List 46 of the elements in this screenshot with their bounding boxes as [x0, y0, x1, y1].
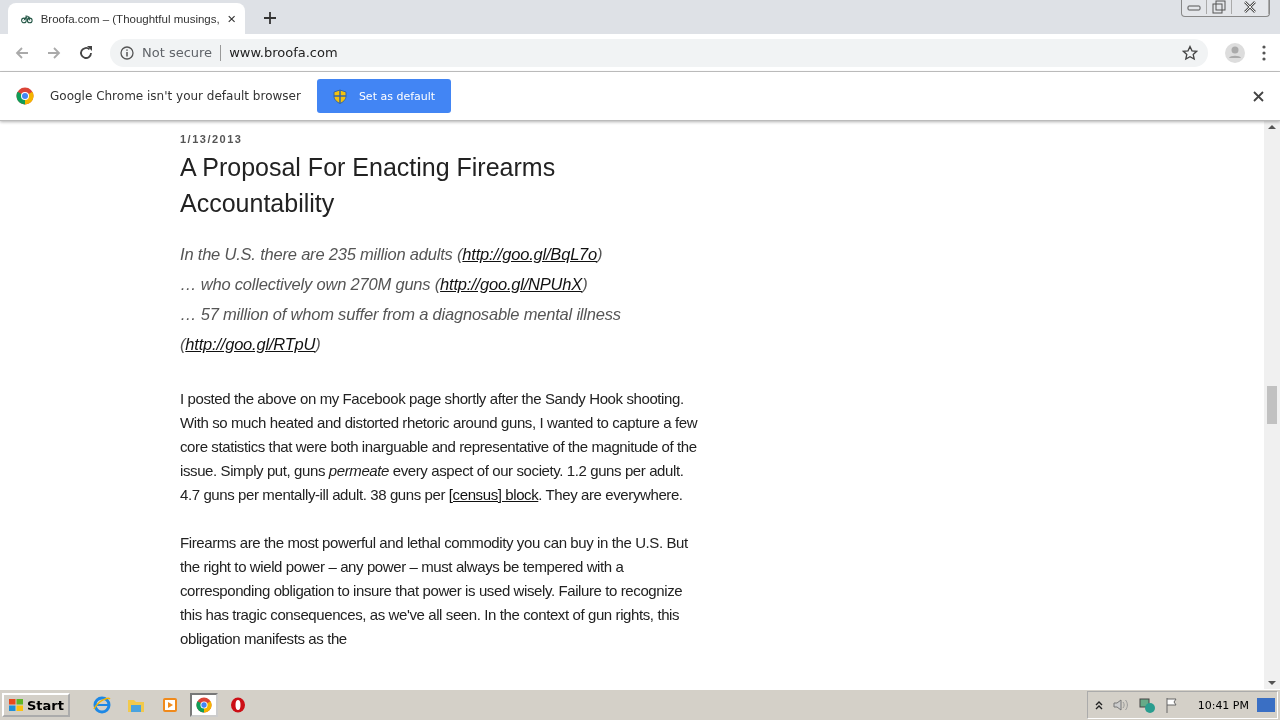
play-icon — [162, 697, 178, 713]
reload-icon[interactable] — [78, 44, 94, 61]
new-tab-icon[interactable] — [263, 11, 277, 25]
opera-o-icon — [230, 697, 246, 713]
scroll-thumb[interactable] — [1267, 386, 1277, 424]
speaker-icon[interactable] — [1111, 697, 1130, 713]
scrollbar[interactable] — [1264, 121, 1280, 689]
body-paragraph: Firearms are the most powerful and lethal commodity you can buy in the U.S. But the right to wield power – any power – must always be tempered with a corresponding obligation to insure that power is used wisely. Failure to recognize this has tragic consequences, as we've all seen. In the context of gun rights, this obligation manifests as the — [180, 533, 689, 649]
tab-title: Broofa.com – (Thoughtful musings, — [40, 12, 220, 25]
shield-icon — [332, 88, 347, 104]
forward-icon[interactable] — [46, 44, 62, 61]
body-paragraph: I posted the above on my Facebook page shortly after the Sandy Hook shooting. With so much heated and distorted rhetoric around guns, I wanted to capture a few core statistics that were both inarguable and representative of the magnitude of the issue. Simply put, guns permeate every aspect of our society. 1.2 guns per adult. 4.7 guns per mentally-ill adult. 38 guns per [census] block. They are everywhere. — [180, 389, 699, 505]
infobar-message: Google Chrome isn't your default browser — [50, 89, 301, 103]
post-date: 1/13/2013 — [180, 133, 244, 145]
profile-avatar-icon[interactable] — [1224, 41, 1246, 64]
close-icon[interactable] — [227, 13, 235, 24]
post-title: A Proposal For Enacting Firearms Accountability — [180, 152, 557, 219]
quote-link[interactable]: http://goo.gl/BqL7o — [462, 245, 598, 263]
chrome-logo-icon — [16, 87, 34, 105]
globe-e-icon — [93, 696, 111, 714]
back-icon[interactable] — [14, 44, 30, 61]
network-icon[interactable] — [1137, 697, 1156, 713]
windows-logo-icon — [8, 698, 24, 712]
close-icon[interactable] — [1253, 90, 1264, 102]
info-icon — [120, 45, 134, 60]
security-label: Not secure — [142, 45, 213, 60]
start-button[interactable]: Start — [2, 693, 70, 717]
quote-line: … 57 million of whom suffer from a diagnosable mental illness (http://goo.gl/RTpU) — [180, 304, 622, 355]
set-default-button[interactable]: Set as default — [316, 79, 452, 113]
folder-icon — [127, 697, 145, 713]
quote-line: In the U.S. there are 235 million adults (http://goo.gl/BqL7o) — [180, 244, 604, 265]
menu-icon[interactable] — [1262, 44, 1266, 61]
quote-link[interactable]: http://goo.gl/RTpU — [185, 335, 316, 353]
chrome-logo-icon — [196, 697, 212, 713]
quote-link[interactable]: http://goo.gl/NPUhX — [440, 275, 583, 293]
clock: 10:41 PM — [1197, 698, 1249, 712]
browser-tab[interactable]: Broofa.com – (Thoughtful musings, — [8, 3, 245, 34]
window-controls[interactable] — [1181, 0, 1270, 17]
address-bar[interactable]: Not secure www.broofa.com — [110, 38, 1208, 67]
bicycle-icon — [21, 12, 33, 25]
chevron-up-icon[interactable] — [1093, 699, 1104, 711]
flag-icon[interactable] — [1163, 697, 1180, 713]
url-text: www.broofa.com — [229, 45, 339, 60]
quote-line: … who collectively own 270M guns (http://goo.gl/NPUhX) — [180, 274, 589, 295]
star-icon[interactable] — [1182, 44, 1198, 61]
taskbar-app[interactable] — [190, 693, 218, 717]
